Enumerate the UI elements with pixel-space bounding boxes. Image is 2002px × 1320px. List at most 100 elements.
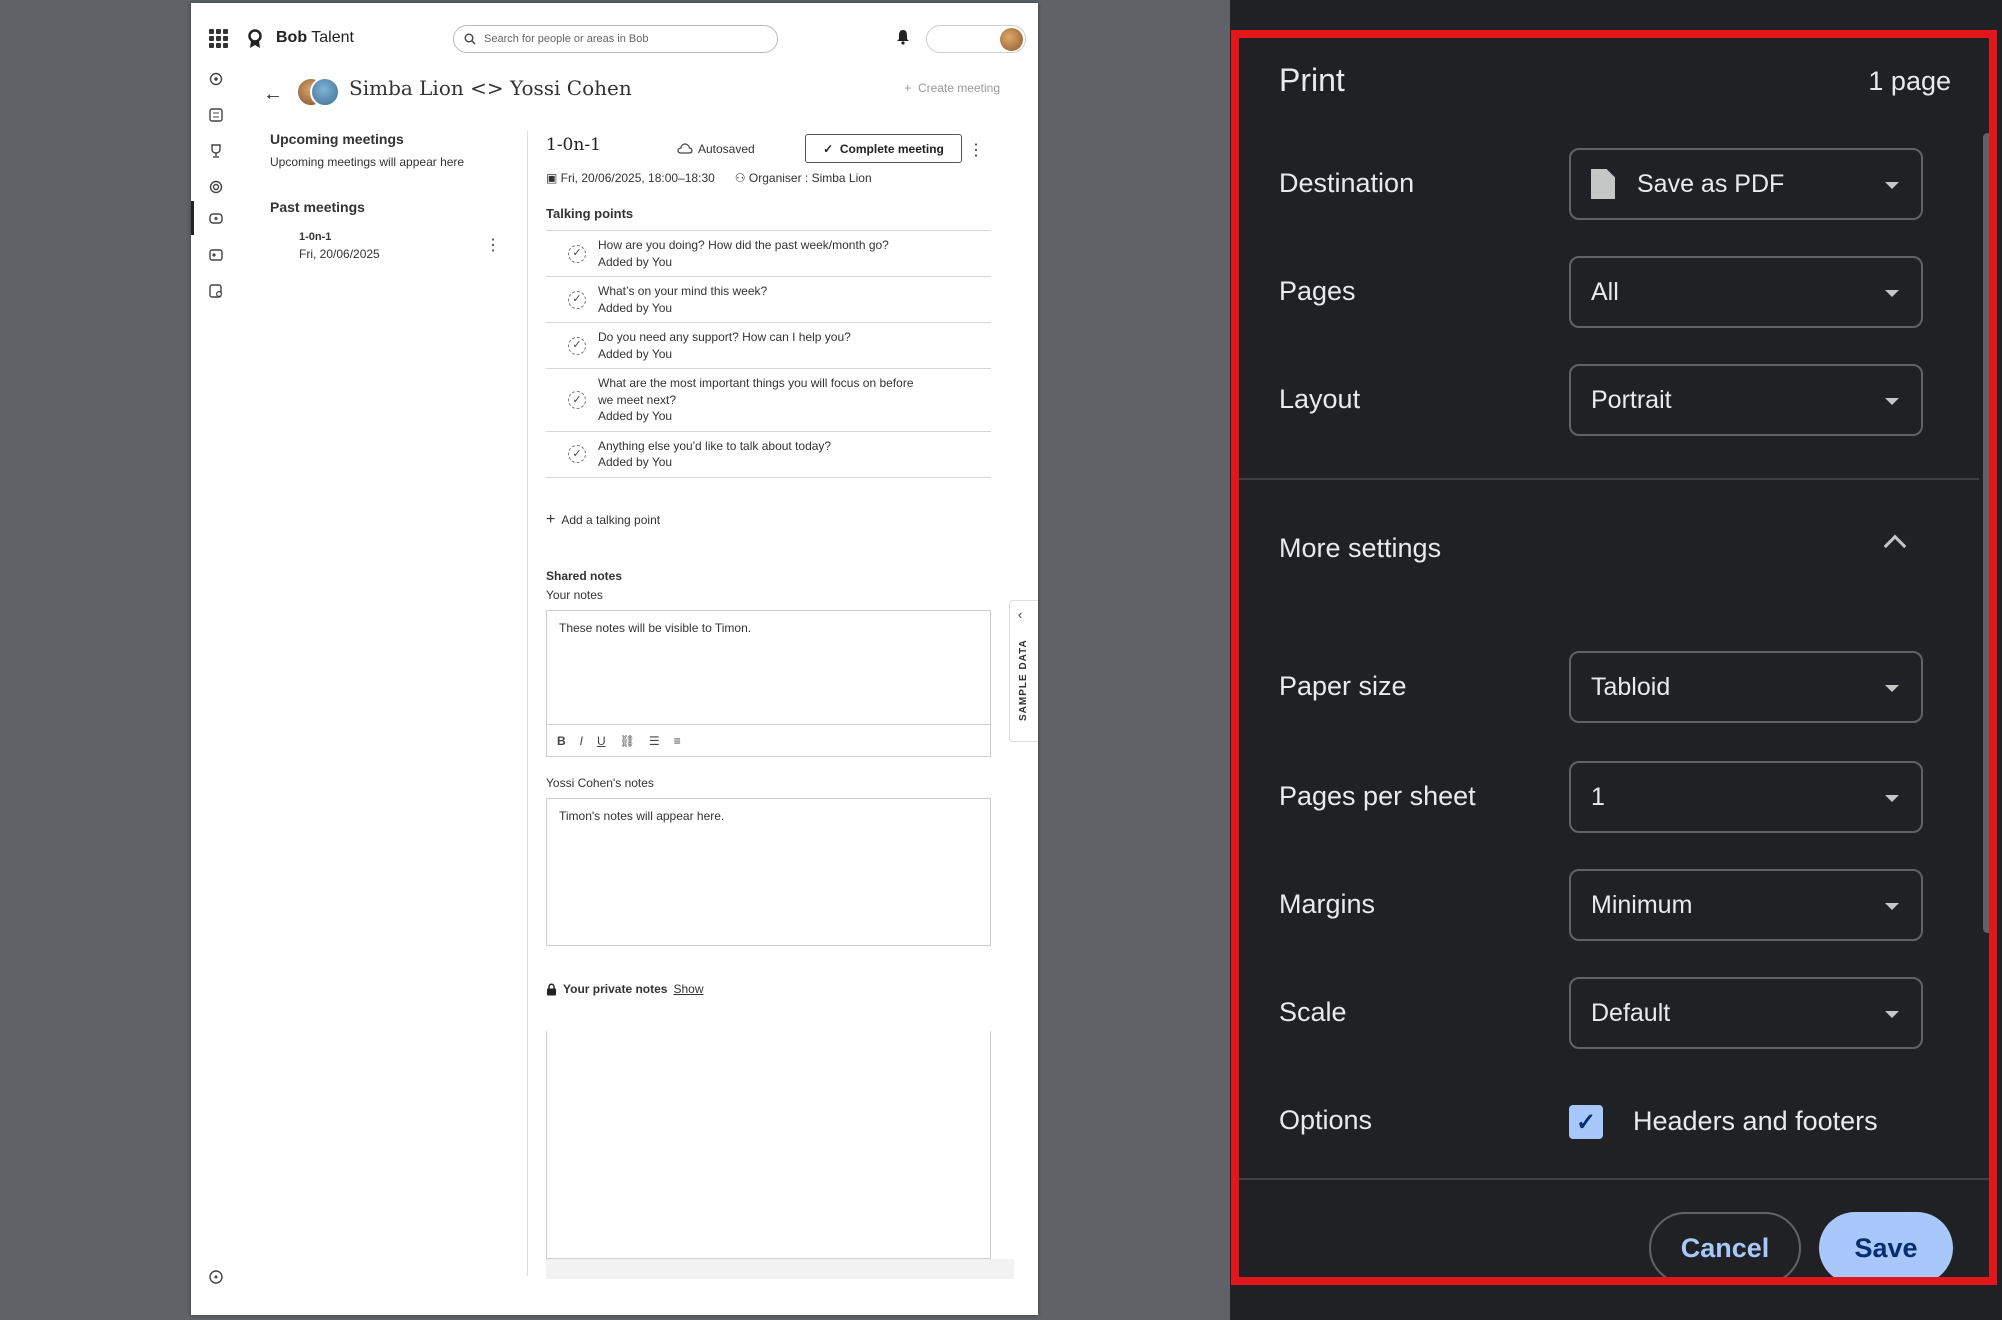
headers-footers-label[interactable]: Headers and footers — [1633, 1106, 1878, 1137]
meeting-organiser: ⚇ Organiser : Simba Lion — [734, 171, 872, 185]
list-item[interactable]: ✓ Do you need any support? How can I hel… — [546, 323, 991, 369]
id-card-icon[interactable] — [208, 247, 224, 263]
shared-notes-heading: Shared notes — [546, 569, 623, 583]
list-icon[interactable] — [208, 107, 224, 123]
apps-grid-icon[interactable] — [209, 29, 228, 48]
dialog-footer: Cancel Save — [1239, 1178, 1989, 1277]
layout-row: Layout Portrait — [1279, 364, 1939, 436]
your-notes-label: Your notes — [546, 588, 603, 602]
dropdown-arrow-icon — [1885, 290, 1899, 297]
scale-select[interactable]: Default — [1569, 977, 1923, 1049]
past-meetings-heading: Past meetings — [270, 199, 365, 215]
scale-row: Scale Default — [1279, 977, 1939, 1049]
upcoming-meetings-heading: Upcoming meetings — [270, 131, 404, 147]
bold-icon[interactable]: B — [557, 734, 566, 748]
lock-icon — [547, 982, 556, 995]
past-meeting-item[interactable]: 1-0n-1 Fri, 20/06/2025 ⋮ — [299, 231, 510, 261]
show-private-notes-link[interactable]: Show — [673, 982, 703, 996]
list-item[interactable]: ✓ How are you doing? How did the past we… — [546, 231, 991, 277]
create-meeting-button[interactable]: + Create meeting — [904, 81, 1000, 95]
app-brand: Bob Talent — [276, 29, 354, 46]
top-bar: Bob Talent Search for people or areas in… — [191, 3, 1038, 71]
list-item[interactable]: ✓ What are the most important things you… — [546, 369, 991, 432]
home-icon[interactable] — [208, 71, 224, 87]
upcoming-meetings-empty: Upcoming meetings will appear here — [270, 155, 465, 169]
talking-points-heading: Talking points — [546, 206, 634, 221]
save-button[interactable]: Save — [1819, 1212, 1953, 1277]
user-menu[interactable] — [926, 25, 1026, 53]
trophy-icon[interactable] — [208, 143, 224, 159]
destination-select[interactable]: Save as PDF — [1569, 148, 1923, 220]
help-icon[interactable] — [208, 1269, 224, 1285]
plus-icon: + — [546, 511, 556, 528]
your-notes-editor[interactable]: These notes will be visible to Timon. B … — [546, 610, 991, 757]
bell-icon[interactable] — [896, 29, 910, 45]
meetings-list: Upcoming meetings Upcoming meetings will… — [270, 131, 510, 261]
section-divider — [1239, 478, 1979, 480]
pages-row: Pages All — [1279, 256, 1939, 328]
check-circle-icon[interactable]: ✓ — [568, 390, 586, 409]
document-icon — [1591, 169, 1615, 199]
dropdown-arrow-icon — [1885, 903, 1899, 910]
pages-select[interactable]: All — [1569, 256, 1923, 328]
dropdown-arrow-icon — [1885, 795, 1899, 802]
side-rail — [191, 71, 241, 1311]
check-circle-icon[interactable]: ✓ — [568, 445, 586, 463]
add-talking-point-button[interactable]: + Add a talking point — [546, 511, 660, 529]
meeting-options-icon[interactable]: ⋮ — [968, 140, 984, 160]
pages-per-sheet-row: Pages per sheet 1 — [1279, 761, 1939, 833]
layout-select[interactable]: Portrait — [1569, 364, 1923, 436]
print-title: Print — [1279, 62, 1345, 98]
review-icon[interactable] — [208, 283, 224, 299]
other-notes-label: Yossi Cohen's notes — [546, 776, 654, 790]
paper-size-select[interactable]: Tabloid — [1569, 651, 1923, 723]
chevron-left-icon: ‹ — [1018, 607, 1023, 622]
dropdown-arrow-icon — [1885, 182, 1899, 189]
back-arrow-icon[interactable]: ← — [263, 83, 283, 106]
list-item[interactable]: ✓ Anything else you'd like to talk about… — [546, 432, 991, 478]
underline-icon[interactable]: U — [597, 734, 606, 748]
scrollbar-thumb[interactable] — [1983, 133, 1989, 933]
pages-per-sheet-select[interactable]: 1 — [1569, 761, 1923, 833]
dropdown-arrow-icon — [1885, 1011, 1899, 1018]
search-input[interactable]: Search for people or areas in Bob — [453, 25, 778, 53]
check-circle-icon[interactable]: ✓ — [568, 290, 586, 309]
private-notes: Your private notes Show — [546, 982, 704, 996]
more-settings-toggle[interactable]: More settings — [1279, 533, 1441, 564]
bullet-list-icon[interactable]: ☰ — [649, 734, 660, 748]
check-circle-icon[interactable]: ✓ — [568, 336, 586, 355]
print-preview-page: Bob Talent Search for people or areas in… — [191, 3, 1038, 1315]
page-title: Simba Lion <> Yossi Cohen — [349, 76, 632, 100]
meeting-meta: ▣ Fri, 20/06/2025, 18:00–18:30 ⚇ Organis… — [546, 171, 872, 185]
list-item[interactable]: ✓ What’s on your mind this week? Added b… — [546, 277, 991, 323]
destination-row: Destination Save as PDF — [1279, 148, 1939, 220]
column-divider — [527, 131, 528, 1276]
search-icon — [464, 33, 476, 45]
complete-meeting-button[interactable]: ✓ Complete meeting — [805, 134, 962, 163]
page-count: 1 page — [1868, 66, 1951, 96]
other-notes-box: Timon's notes will appear here. — [546, 798, 991, 946]
italic-icon[interactable]: I — [580, 734, 583, 748]
participant-avatars — [296, 77, 340, 107]
chat-icon[interactable] — [208, 211, 224, 227]
headers-footers-checkbox[interactable]: ✓ — [1569, 1105, 1603, 1139]
options-row: Options ✓ Headers and footers — [1279, 1085, 1939, 1157]
talking-points-list: ✓ How are you doing? How did the past we… — [546, 230, 991, 478]
active-indicator — [191, 201, 194, 235]
meeting-date: ▣ Fri, 20/06/2025, 18:00–18:30 — [546, 171, 715, 185]
bob-logo-icon — [248, 29, 262, 48]
content-frame — [546, 1031, 991, 1259]
cancel-button[interactable]: Cancel — [1649, 1212, 1801, 1277]
check-circle-icon[interactable]: ✓ — [568, 244, 586, 263]
editor-toolbar: B I U ⛓ ☰ ≡ — [547, 724, 990, 756]
numbered-list-icon[interactable]: ≡ — [674, 734, 681, 748]
paper-size-row: Paper size Tabloid — [1279, 651, 1939, 723]
more-options-icon[interactable]: ⋮ — [485, 235, 501, 255]
target-icon[interactable] — [208, 179, 224, 195]
sample-data-tab[interactable]: ‹ SAMPLE DATA — [1009, 600, 1038, 742]
horizontal-scrollbar[interactable] — [546, 1259, 1014, 1279]
link-icon[interactable]: ⛓ — [620, 734, 635, 748]
cloud-icon — [677, 143, 693, 154]
chevron-up-icon[interactable] — [1883, 534, 1907, 558]
margins-select[interactable]: Minimum — [1569, 869, 1923, 941]
